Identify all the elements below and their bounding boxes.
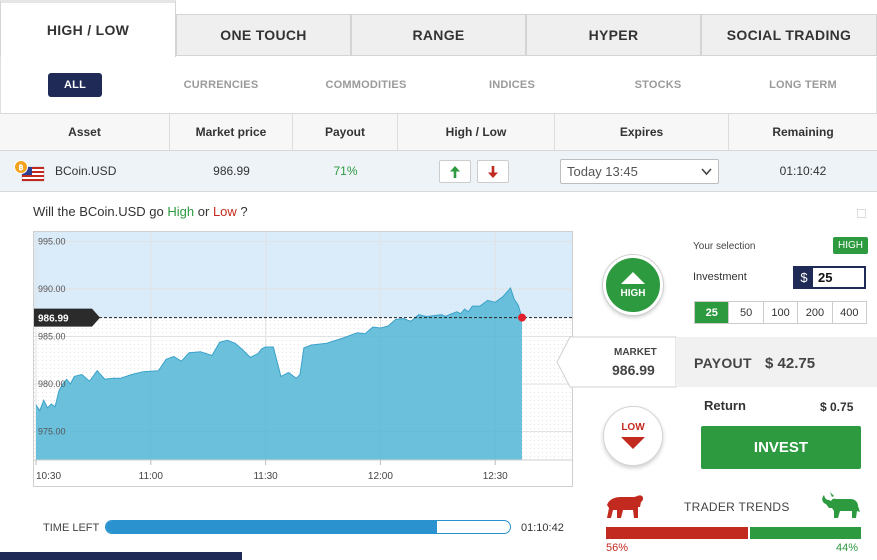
y-tick-label: 975.00 (38, 427, 66, 437)
bull-percent: 44% (836, 542, 859, 554)
y-tick-label: 995.00 (38, 237, 66, 247)
product-tabs: HIGH / LOW ONE TOUCH RANGE HYPER SOCIAL … (0, 0, 877, 57)
y-tick-label: 990.00 (38, 284, 66, 294)
trade-question: Will the BCoin.USD go High or Low ? (33, 204, 248, 219)
bull-bar (749, 527, 861, 539)
bear-icon (607, 495, 644, 518)
current-price-dot (518, 313, 526, 322)
tab-label: HYPER (588, 27, 639, 43)
invest-button[interactable]: INVEST (701, 426, 861, 469)
currency-symbol: $ (795, 268, 813, 287)
tab-label: RANGE (412, 27, 465, 43)
svg-text:฿: ฿ (18, 163, 23, 172)
asset-table-header: Asset Market price Payout High / Low Exp… (0, 113, 877, 151)
tab-high-low[interactable]: HIGH / LOW (0, 0, 176, 57)
x-tick-label: 10:30 (36, 471, 61, 482)
filter-stocks[interactable]: STOCKS (635, 79, 682, 91)
tab-label: HIGH / LOW (46, 22, 130, 38)
filter-commodities[interactable]: COMMODITIES (325, 79, 406, 91)
header-payout: Payout (293, 114, 398, 150)
price-chart: 995.00 990.00 985.00 980.00 975.00 10:30 11:0… (33, 231, 573, 487)
amount-400-button[interactable]: 400 (832, 302, 867, 323)
high-button-label: HIGH (620, 288, 646, 299)
filter-long-term[interactable]: LONG TERM (769, 79, 837, 91)
expand-icon[interactable] (857, 209, 866, 218)
bear-percent: 56% (606, 542, 629, 554)
question-text: Will the BCoin.USD go (33, 204, 168, 219)
high-button[interactable]: HIGH (603, 255, 663, 315)
current-price-label: 986.99 (34, 308, 100, 327)
x-tick-label: 11:00 (139, 471, 164, 482)
current-price-text: 986.99 (38, 314, 69, 325)
amount-100-button[interactable]: 100 (763, 302, 799, 323)
investment-value: 25 (818, 270, 833, 285)
chevron-down-icon (701, 168, 712, 176)
header-remaining: Remaining (772, 125, 834, 139)
question-high: High (167, 204, 195, 219)
payout-value: $ 42.75 (765, 355, 816, 372)
bear-bar (606, 527, 748, 539)
tab-one-touch[interactable]: ONE TOUCH (176, 14, 351, 56)
time-left-progress (105, 520, 511, 534)
filter-currencies[interactable]: CURRENCIES (184, 79, 259, 91)
payout-label: PAYOUT (694, 355, 752, 371)
header-expires: Expires (555, 114, 729, 150)
tab-range[interactable]: RANGE (351, 14, 526, 56)
low-button-label: LOW (621, 422, 645, 433)
expires-value: Today 13:45 (567, 164, 638, 179)
high-arrow-button[interactable] (439, 160, 471, 183)
expires-select[interactable]: Today 13:45 (560, 159, 719, 184)
time-left-label: TIME LEFT (43, 522, 100, 534)
return-label: Return (704, 398, 746, 413)
low-button[interactable]: LOW (603, 406, 663, 466)
market-value: 986.99 (612, 362, 655, 378)
x-tick-label: 12:00 (368, 471, 393, 482)
time-left-progress-fill (106, 521, 438, 533)
question-text: or (194, 204, 213, 219)
header-high-low: High / Low (398, 114, 555, 150)
tab-label: ONE TOUCH (220, 27, 307, 43)
x-tick-label: 12:30 (483, 471, 508, 482)
asset-row[interactable]: ฿ BCoin.USD 986.99 71% Today 13:45 01:10… (0, 151, 877, 192)
arrow-down-icon (488, 165, 498, 178)
bull-icon (822, 492, 860, 518)
tab-social-trading[interactable]: SOCIAL TRADING (701, 14, 877, 56)
y-tick-label: 980.00 (38, 379, 66, 389)
filter-all[interactable]: ALL (48, 73, 102, 97)
amount-200-button[interactable]: 200 (798, 302, 833, 323)
asset-name: BCoin.USD (55, 164, 117, 178)
selection-badge: HIGH (833, 237, 868, 254)
question-text: ? (236, 204, 248, 219)
tab-label: SOCIAL TRADING (726, 27, 852, 43)
investment-label: Investment (693, 271, 747, 283)
header-asset: Asset (0, 114, 170, 150)
price-chart-svg: 995.00 990.00 985.00 980.00 975.00 10:30 11:0… (34, 232, 572, 486)
triangle-up-icon (621, 272, 645, 284)
asset-filters: ALL CURRENCIES COMMODITIES INDICES STOCK… (0, 57, 877, 113)
asset-flag-icon: ฿ (12, 151, 46, 191)
arrow-up-icon (450, 165, 460, 178)
trader-trends-bar (606, 527, 861, 539)
asset-remaining: 01:10:42 (779, 164, 827, 178)
amount-25-button[interactable]: 25 (695, 302, 730, 323)
return-value: $ 0.75 (820, 400, 854, 414)
tab-hyper[interactable]: HYPER (526, 14, 701, 56)
investment-input[interactable]: $ 25 (793, 266, 866, 289)
amount-presets: 25 50 100 200 400 (694, 301, 867, 324)
filter-indices[interactable]: INDICES (489, 79, 535, 91)
question-low: Low (212, 204, 237, 219)
your-selection-label: Your selection (693, 241, 756, 252)
low-arrow-button[interactable] (477, 160, 509, 183)
market-label: MARKET (614, 347, 657, 358)
asset-payout: 71% (333, 164, 358, 178)
amount-50-button[interactable]: 50 (729, 302, 764, 323)
trader-trends-label: TRADER TRENDS (684, 500, 790, 514)
y-tick-label: 985.00 (38, 332, 66, 342)
x-tick-label: 11:30 (253, 471, 278, 482)
bottom-strip (0, 552, 242, 560)
triangle-down-icon (621, 437, 645, 449)
time-left-value: 01:10:42 (521, 522, 564, 534)
header-market-price: Market price (170, 114, 293, 150)
asset-market-price: 986.99 (213, 164, 250, 178)
